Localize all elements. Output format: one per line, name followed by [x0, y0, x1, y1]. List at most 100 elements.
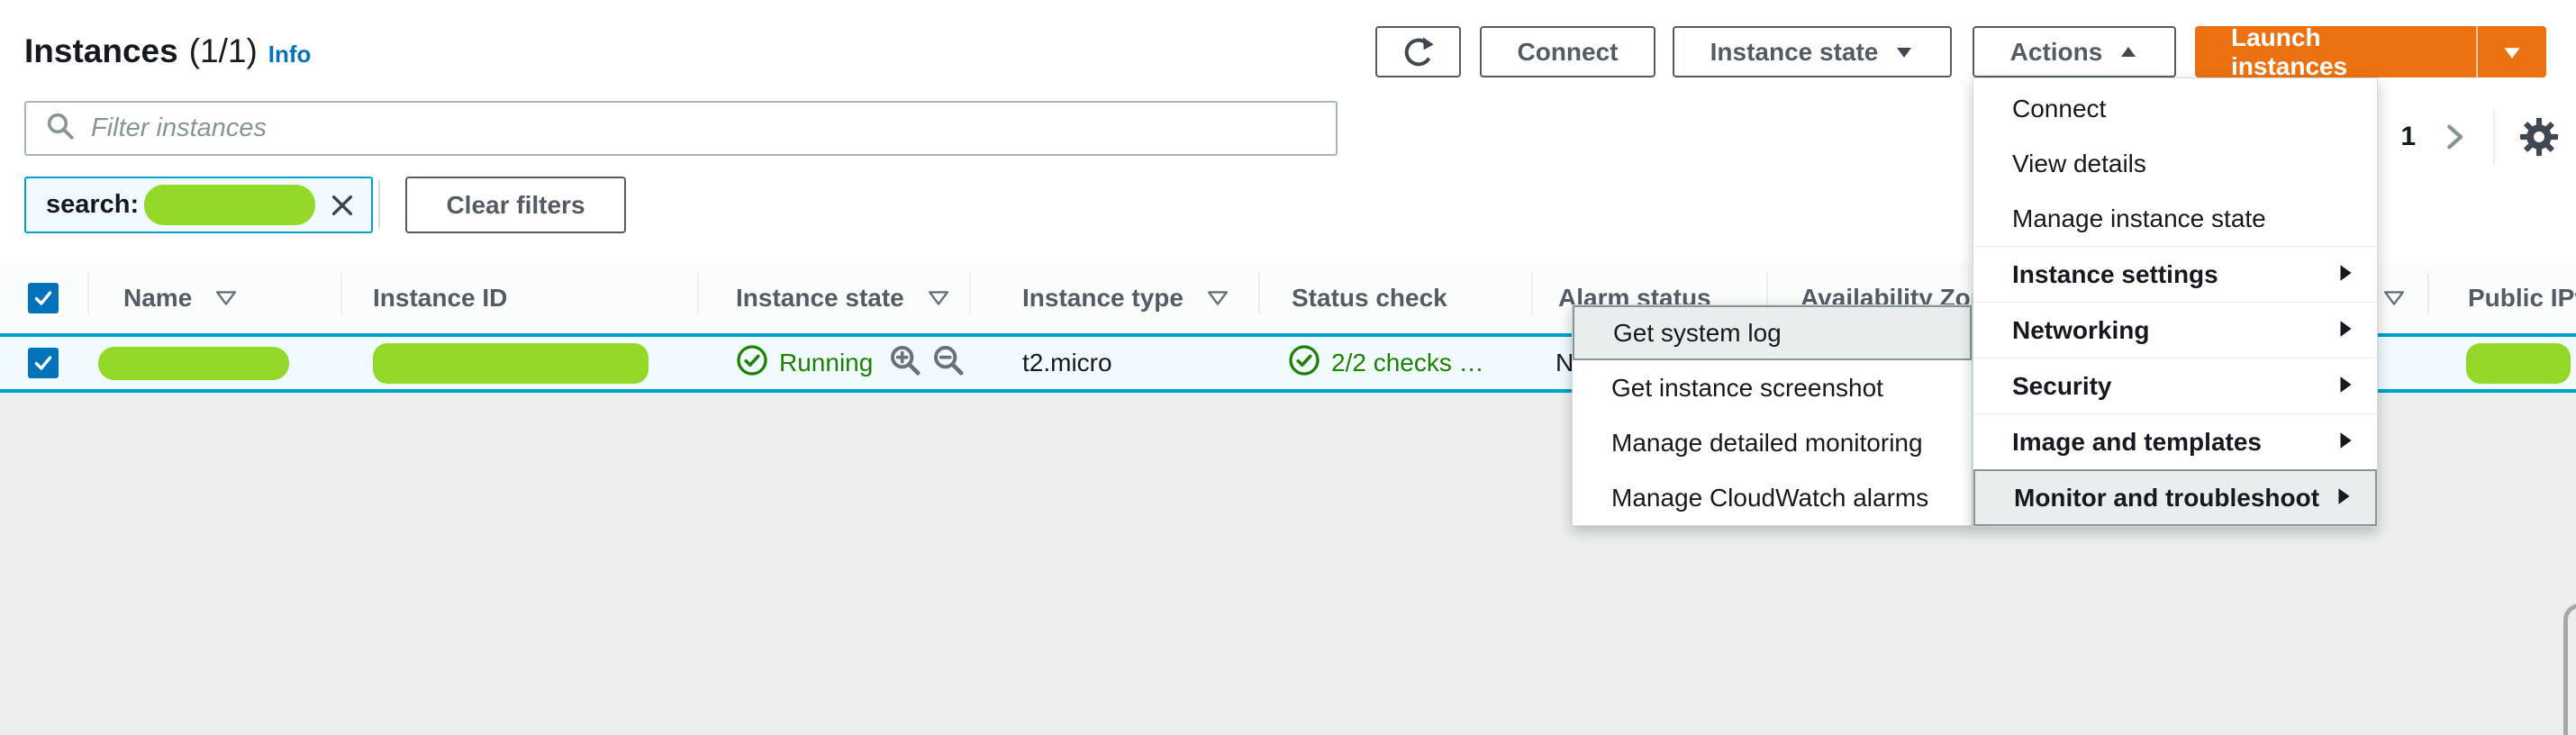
menu-item-label: View details: [2012, 150, 2146, 178]
refresh-button[interactable]: [1375, 26, 1461, 77]
state-zoom-controls: [887, 337, 966, 389]
menu-item-view-details[interactable]: View details: [1973, 136, 2377, 191]
menu-item-label: Manage detailed monitoring: [1611, 429, 1923, 458]
page-header: Instances (1/1) Info: [24, 32, 311, 70]
cell-name-redacted: [98, 337, 289, 389]
submenu-arrow-icon: [2337, 260, 2354, 289]
column-header-label: Status check: [1292, 284, 1447, 313]
launch-instances-split-button: Launch instances: [2195, 26, 2546, 77]
column-header-instance-type[interactable]: Instance type: [1022, 263, 1229, 333]
status-ok-icon: [1288, 344, 1320, 383]
menu-item-manage-instance-state[interactable]: Manage instance state: [1973, 191, 2377, 246]
filter-tag-value-redacted: [144, 185, 315, 225]
column-divider: [969, 273, 971, 314]
column-header-instance-state[interactable]: Instance state: [736, 263, 949, 333]
pagination: 1: [2400, 108, 2560, 166]
column-divider: [697, 273, 699, 314]
menu-item-manage-detailed-monitoring[interactable]: Manage detailed monitoring: [1573, 415, 1972, 470]
search-icon: [26, 110, 89, 147]
info-link[interactable]: Info: [268, 41, 312, 68]
instance-state-button-label: Instance state: [1710, 38, 1879, 67]
column-header-label: Instance type: [1022, 284, 1184, 313]
submenu-arrow-icon: [2337, 428, 2354, 457]
filter-search-box: [24, 101, 1338, 156]
cell-public-ip-redacted: [2466, 337, 2571, 389]
connect-button[interactable]: Connect: [1480, 26, 1655, 77]
menu-item-networking[interactable]: Networking: [1973, 303, 2377, 358]
filter-instances-input[interactable]: [89, 113, 1336, 144]
zoom-out-icon[interactable]: [930, 342, 966, 385]
filter-divider: [378, 180, 380, 229]
menu-item-label: Get instance screenshot: [1611, 374, 1883, 403]
remove-filter-icon[interactable]: [328, 191, 357, 220]
submenu-arrow-icon: [2337, 372, 2354, 401]
column-divider: [340, 273, 342, 314]
availability-zone-sort-arrow[interactable]: [2383, 263, 2405, 333]
menu-item-label: Get system log: [1613, 319, 1782, 348]
column-header-label: Public IPv: [2468, 284, 2576, 313]
cell-instance-type: t2.micro: [1022, 337, 1112, 389]
menu-item-get-system-log[interactable]: Get system log: [1573, 305, 1972, 360]
cell-instance-id-redacted: [373, 337, 649, 389]
caret-up-icon: [2118, 45, 2138, 59]
column-divider: [1258, 273, 1260, 314]
menu-item-image-and-templates[interactable]: Image and templates: [1973, 414, 2377, 469]
scrollbar-thumb[interactable]: [2563, 603, 2576, 735]
actions-dropdown-button[interactable]: Actions: [1973, 26, 2176, 77]
menu-item-connect[interactable]: Connect: [1973, 81, 2377, 136]
menu-item-get-instance-screenshot[interactable]: Get instance screenshot: [1573, 360, 1972, 415]
menu-item-label: Security: [2012, 372, 2112, 401]
menu-item-label: Instance settings: [2012, 260, 2218, 289]
actions-button-label: Actions: [2010, 38, 2103, 67]
caret-down-icon: [2501, 38, 2523, 67]
launch-instances-label: Launch instances: [2231, 23, 2440, 81]
cell-instance-state: Running: [736, 337, 873, 389]
column-divider: [1531, 273, 1533, 314]
pagination-divider: [2493, 109, 2495, 165]
cell-status-check: 2/2 checks …: [1288, 337, 1484, 389]
submenu-arrow-icon: [2336, 484, 2352, 513]
zoom-in-icon[interactable]: [887, 342, 923, 385]
menu-item-label: Networking: [2012, 316, 2149, 345]
menu-item-label: Manage CloudWatch alarms: [1611, 484, 1928, 513]
sort-arrow-icon: [215, 284, 237, 313]
sort-arrow-icon: [928, 284, 949, 313]
column-header-status-check[interactable]: Status check: [1292, 263, 1447, 333]
connect-button-label: Connect: [1518, 38, 1619, 67]
menu-item-instance-settings[interactable]: Instance settings: [1973, 247, 2377, 302]
status-check-text: 2/2 checks …: [1331, 349, 1484, 377]
menu-item-security[interactable]: Security: [1973, 358, 2377, 413]
instance-count: (1/1): [189, 32, 258, 70]
sort-arrow-icon: [1207, 284, 1229, 313]
ec2-instances-screen: Instances (1/1) Info Connect Instance st…: [0, 0, 2576, 735]
column-divider: [87, 273, 89, 314]
instance-type-text: t2.micro: [1022, 349, 1112, 377]
menu-item-label: Monitor and troubleshoot: [2014, 484, 2319, 513]
clear-filters-button[interactable]: Clear filters: [405, 177, 626, 233]
instance-state-text: Running: [779, 349, 873, 377]
preferences-gear-icon[interactable]: [2518, 116, 2560, 158]
menu-item-label: Connect: [2012, 95, 2106, 123]
launch-instances-menu-button[interactable]: [2476, 26, 2546, 77]
page-number-current[interactable]: 1: [2400, 122, 2416, 152]
launch-instances-button[interactable]: Launch instances: [2195, 26, 2476, 77]
column-header-label: Instance ID: [373, 284, 507, 313]
column-header-instance-id[interactable]: Instance ID: [373, 263, 507, 333]
clear-filters-label: Clear filters: [446, 191, 585, 220]
caret-down-icon: [1894, 45, 1914, 59]
actions-dropdown-menu: Connect View details Manage instance sta…: [1973, 77, 2378, 527]
menu-item-label: Image and templates: [2012, 428, 2262, 457]
column-header-label: Instance state: [736, 284, 904, 313]
select-all-checkbox[interactable]: [28, 283, 59, 313]
column-header-name[interactable]: Name: [123, 263, 237, 333]
row-checkbox[interactable]: [28, 348, 59, 378]
status-ok-icon: [736, 344, 768, 383]
column-header-label: Name: [123, 284, 192, 313]
sort-arrow-icon: [2383, 284, 2405, 313]
menu-item-monitor-and-troubleshoot[interactable]: Monitor and troubleshoot: [1973, 469, 2377, 526]
next-page-chevron-icon[interactable]: [2439, 122, 2470, 152]
column-header-public-ip[interactable]: Public IPv: [2468, 263, 2576, 333]
menu-item-manage-cloudwatch-alarms[interactable]: Manage CloudWatch alarms: [1573, 470, 1972, 525]
instance-state-dropdown-button[interactable]: Instance state: [1673, 26, 1952, 77]
column-divider: [2427, 273, 2429, 314]
